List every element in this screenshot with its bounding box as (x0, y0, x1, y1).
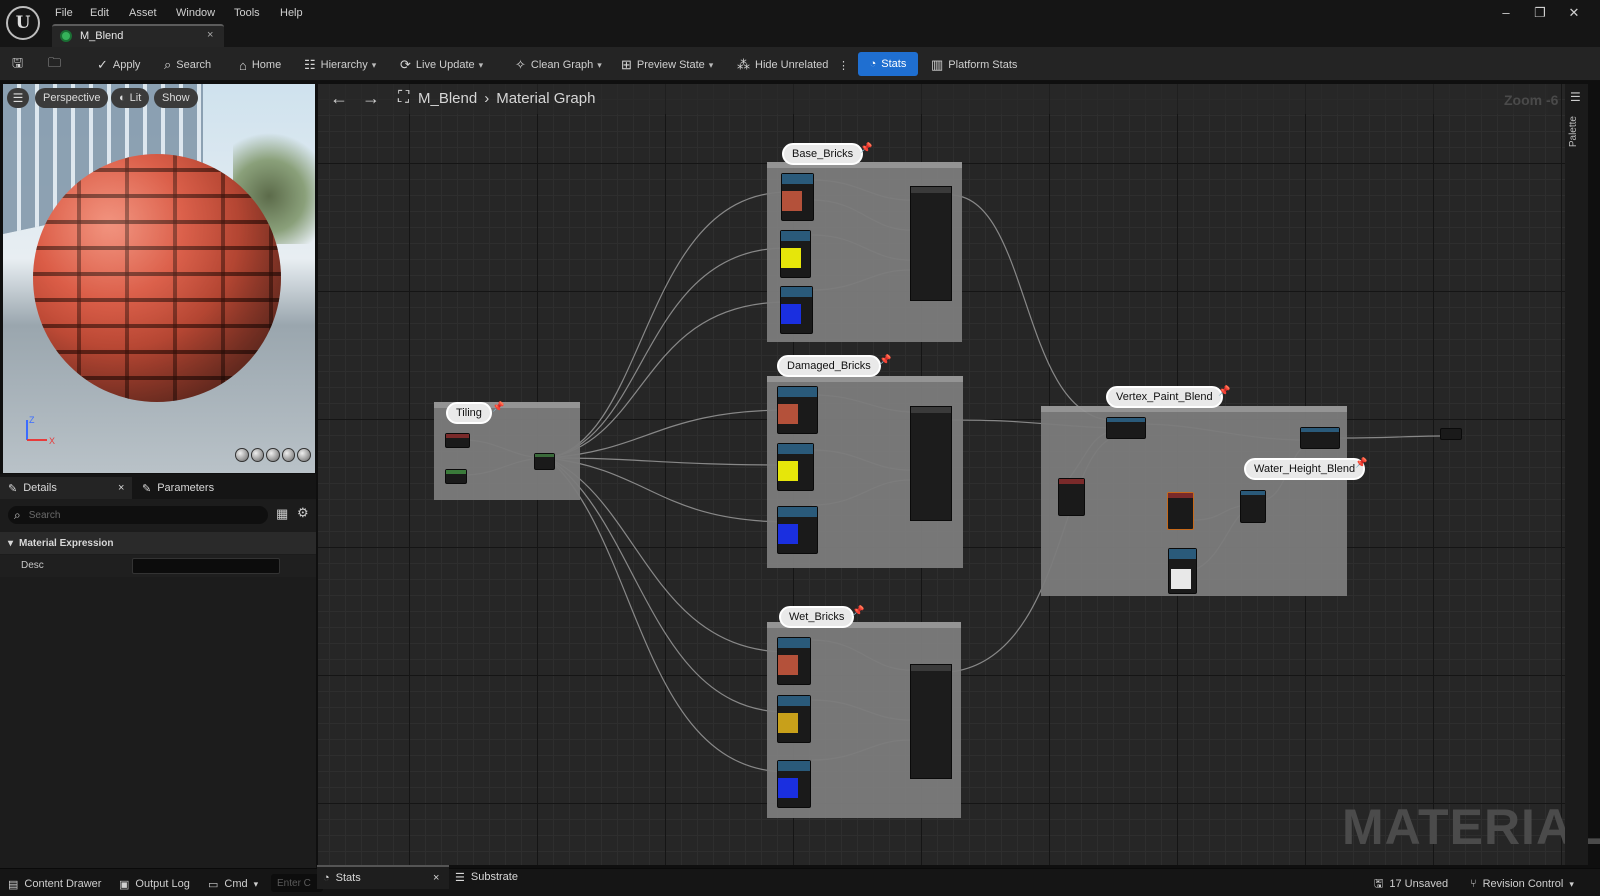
comment-label-vertex-paint-blend[interactable]: Vertex_Paint_Blend (1106, 386, 1223, 408)
swatch-yellow (778, 461, 798, 481)
param-node-selected[interactable] (1167, 492, 1194, 530)
pin-icon[interactable]: 📌 (852, 606, 864, 620)
make-material-attributes-node[interactable] (910, 186, 952, 301)
vertex-color-node[interactable] (1106, 417, 1146, 439)
texture-sample-node[interactable] (777, 506, 818, 554)
content-drawer-button[interactable]: ▤ Content Drawer (8, 875, 101, 893)
comment-label-tiling[interactable]: Tiling (446, 402, 492, 424)
unsaved-label: 17 Unsaved (1389, 878, 1449, 890)
cmd-label: Cmd (224, 878, 248, 890)
forward-arrow-icon[interactable]: → (362, 88, 380, 109)
swatch-wet-yellow (778, 713, 798, 733)
zoom-level: Zoom -6 (1504, 92, 1559, 108)
texture-sample-node[interactable] (777, 386, 818, 434)
swatch-brick (778, 655, 798, 675)
output-log-button[interactable]: ▣ Output Log (119, 875, 190, 893)
pin-icon[interactable]: 📌 (1218, 386, 1230, 400)
breadcrumb-chevron-icon: › (484, 89, 490, 107)
breadcrumb: M_Blend › Material Graph (418, 88, 595, 108)
material-editor-window: U File Edit Asset Window Tools Help M_Bl… (0, 0, 1600, 896)
substrate-tab-label: Substrate (470, 871, 518, 883)
height-lerp-node[interactable] (1240, 490, 1266, 523)
comment-label-wet-bricks[interactable]: Wet_Bricks (779, 606, 855, 628)
palette-menu-icon[interactable]: ☰ (1570, 90, 1581, 104)
pin-icon[interactable]: 📌 (1355, 458, 1367, 472)
content-drawer-label: Content Drawer (24, 878, 102, 890)
stats-icon: ◔ (323, 872, 330, 884)
substrate-icon: ☰ (455, 871, 465, 884)
content-drawer-icon: ▤ (8, 878, 19, 891)
make-material-attributes-node[interactable] (910, 406, 952, 521)
texture-sample-node[interactable] (777, 443, 814, 491)
substrate-panel-tab[interactable]: ☰ Substrate (455, 865, 525, 889)
breadcrumb-section[interactable]: Material Graph (496, 90, 595, 107)
blend-material-attributes-node[interactable] (1300, 427, 1340, 449)
cmd-dropdown[interactable]: ▭ Cmd ▾ (208, 875, 258, 893)
chevron-down-icon: ▾ (1569, 878, 1574, 889)
swatch-blue (778, 524, 798, 544)
revision-control-icon: ⑂ (1470, 878, 1477, 890)
texture-sample-node[interactable] (777, 695, 811, 743)
texture-sample-node[interactable] (777, 760, 811, 808)
stats-tab-close-button[interactable]: × (433, 872, 439, 884)
pin-icon[interactable]: 📌 (879, 355, 891, 369)
texcoord-node[interactable] (445, 433, 470, 448)
param-node[interactable] (1058, 478, 1085, 516)
revision-control-dropdown[interactable]: ⑂ Revision Control ▾ (1470, 875, 1574, 893)
multiply-node[interactable] (534, 453, 555, 470)
graph-icon: ⛶ (398, 89, 410, 106)
pin-icon[interactable]: 📌 (860, 143, 872, 157)
comment-label-base-bricks[interactable]: Base_Bricks (782, 143, 864, 165)
cmd-icon: ▭ (208, 878, 219, 891)
chevron-down-icon: ▾ (253, 878, 259, 889)
swatch-brick (782, 191, 802, 211)
texture-sample-node[interactable] (1168, 548, 1197, 594)
scalar-param-node[interactable] (445, 469, 467, 484)
output-log-icon: ▣ (119, 878, 130, 891)
swatch-yellow (781, 248, 801, 268)
comment-label-damaged-bricks[interactable]: Damaged_Bricks (777, 355, 881, 377)
stats-tab-label: Stats (335, 872, 361, 884)
swatch-brick (778, 404, 798, 424)
output-log-label: Output Log (135, 878, 190, 890)
swatch-white (1171, 569, 1191, 589)
texture-sample-node[interactable] (781, 173, 814, 221)
palette-sidebar (1565, 84, 1588, 865)
comment-label-water-height-blend[interactable]: Water_Height_Blend (1244, 458, 1366, 480)
back-arrow-icon[interactable]: ← (330, 88, 348, 109)
swatch-blue (778, 778, 798, 798)
revision-control-label: Revision Control (1482, 878, 1564, 890)
graph-watermark: MATERIAL (1342, 799, 1600, 855)
status-bar: ▤ Content Drawer ▣ Output Log ▭ Cmd ▾ Enter … (0, 868, 1600, 896)
texture-sample-node[interactable] (780, 286, 813, 334)
unsaved-button[interactable]: 🖫 17 Unsaved (1374, 875, 1448, 893)
pin-icon[interactable]: 📌 (492, 402, 504, 416)
console-command-input[interactable]: Enter C (271, 874, 323, 892)
texture-sample-node[interactable] (780, 230, 811, 278)
unsaved-icon: 🖫 (1374, 877, 1384, 890)
breadcrumb-asset[interactable]: M_Blend (418, 90, 477, 107)
palette-tab[interactable]: Palette (1568, 116, 1586, 147)
make-material-attributes-node[interactable] (910, 664, 952, 779)
stats-panel-tab[interactable]: ◔ Stats × (317, 865, 449, 889)
texture-sample-node[interactable] (777, 637, 811, 685)
swatch-blue (781, 304, 801, 324)
material-output-node[interactable] (1440, 428, 1462, 440)
